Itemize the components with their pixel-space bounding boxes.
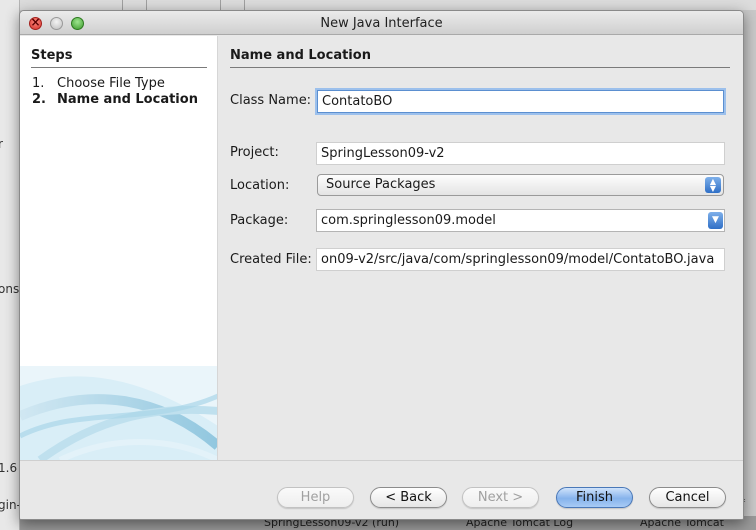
step-number: 2.: [32, 92, 46, 107]
steps-panel: Steps 1. Choose File Type 2. Name and Loca…: [20, 36, 218, 460]
package-label: Package:: [230, 213, 289, 228]
background-text-fragment: ons: [0, 282, 20, 296]
location-label: Location:: [230, 178, 290, 193]
finish-button[interactable]: Finish: [556, 487, 633, 508]
panel-heading: Name and Location: [230, 48, 371, 63]
dialog-footer: Help < Back Next > Finish Cancel: [20, 460, 743, 519]
class-name-label: Class Name:: [230, 93, 312, 108]
steps-divider: [31, 67, 207, 68]
zoom-window-icon[interactable]: [71, 17, 84, 30]
panel-divider: [230, 67, 730, 68]
chevron-down-icon[interactable]: ▼: [708, 212, 723, 229]
back-button[interactable]: < Back: [370, 487, 447, 508]
package-value: com.springlesson09.model: [321, 213, 496, 228]
new-java-interface-dialog: New Java Interface Steps 1. Choose File T…: [19, 10, 744, 520]
created-file-label: Created File:: [230, 252, 312, 267]
window-title: New Java Interface: [320, 16, 443, 31]
background-text-fragment: gin-: [0, 498, 21, 512]
cancel-button[interactable]: Cancel: [649, 487, 726, 508]
next-button[interactable]: Next >: [462, 487, 539, 508]
help-button[interactable]: Help: [277, 487, 354, 508]
project-field: SpringLesson09-v2: [316, 142, 725, 165]
created-file-field: on09-v2/src/java/com/springlesson09/mode…: [316, 248, 725, 271]
step-item-choose-file-type: 1. Choose File Type: [32, 76, 165, 91]
background-text-fragment: 1.6: [0, 461, 18, 475]
minimize-window-icon[interactable]: [50, 17, 63, 30]
step-item-name-and-location: 2. Name and Location: [32, 92, 198, 107]
location-select[interactable]: Source Packages ▲ ▼: [317, 174, 724, 196]
class-name-input[interactable]: ContatoBO: [317, 90, 724, 113]
title-bar[interactable]: New Java Interface: [20, 11, 743, 35]
package-combobox[interactable]: com.springlesson09.model ▼: [316, 209, 725, 232]
steps-heading: Steps: [31, 48, 73, 63]
background-ide-left-strip: r ons 1.6 gin-: [0, 0, 21, 530]
step-label: Choose File Type: [57, 76, 165, 91]
location-selected-value: Source Packages: [326, 177, 436, 192]
close-window-icon[interactable]: [29, 15, 42, 30]
name-and-location-panel: Name and Location Class Name: ContatoBO …: [219, 36, 743, 460]
wizard-decoration-graphic: [20, 366, 217, 460]
project-label: Project:: [230, 145, 279, 160]
step-number: 1.: [32, 76, 45, 91]
background-toolbar-strip: [20, 0, 756, 10]
updown-arrows-icon: ▲ ▼: [705, 177, 721, 193]
background-text-fragment: r: [0, 137, 3, 151]
step-label: Name and Location: [57, 92, 198, 107]
